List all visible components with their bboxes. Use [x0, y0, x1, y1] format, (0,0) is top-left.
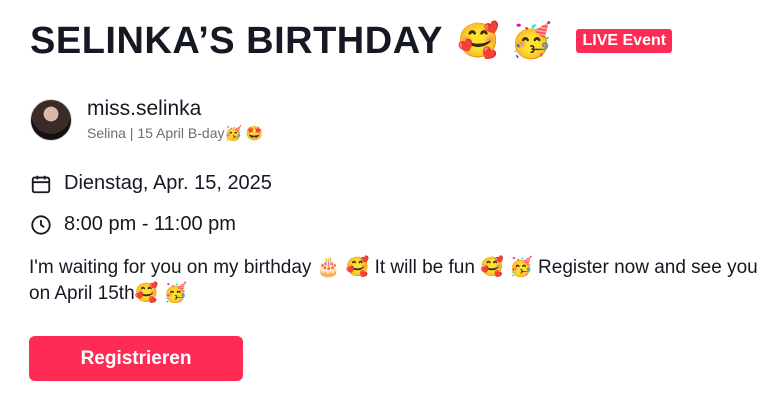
host-subtitle: Selina | 15 April B-day🥳 🤩	[87, 125, 264, 141]
event-date-row: Dienstag, Apr. 15, 2025	[30, 172, 272, 195]
live-event-badge: LIVE Event	[576, 29, 673, 53]
event-title: SELINKA’S BIRTHDAY	[30, 20, 443, 62]
title-emojis: 🥰 🥳	[457, 21, 553, 61]
host-username[interactable]: miss.selinka	[87, 96, 263, 122]
clock-icon	[31, 214, 51, 235]
event-header: SELINKA’S BIRTHDAY 🥰 🥳 LIVE Event	[30, 18, 673, 64]
event-time: 8:00 pm - 11:00 pm	[64, 213, 236, 235]
event-date: Dienstag, Apr. 15, 2025	[64, 172, 272, 194]
host-info: miss.selinka Selina | 15 April B-day🥳 🤩	[87, 96, 263, 143]
event-time-row: 8:00 pm - 11:00 pm	[30, 213, 236, 236]
event-description: I'm waiting for you on my birthday 🎂 🥰 I…	[29, 257, 758, 304]
register-button[interactable]: Registrieren	[29, 336, 243, 381]
avatar[interactable]	[30, 98, 72, 141]
calendar-icon	[31, 175, 51, 193]
host-profile[interactable]: miss.selinka Selina | 15 April B-day🥳 🤩	[30, 96, 263, 143]
